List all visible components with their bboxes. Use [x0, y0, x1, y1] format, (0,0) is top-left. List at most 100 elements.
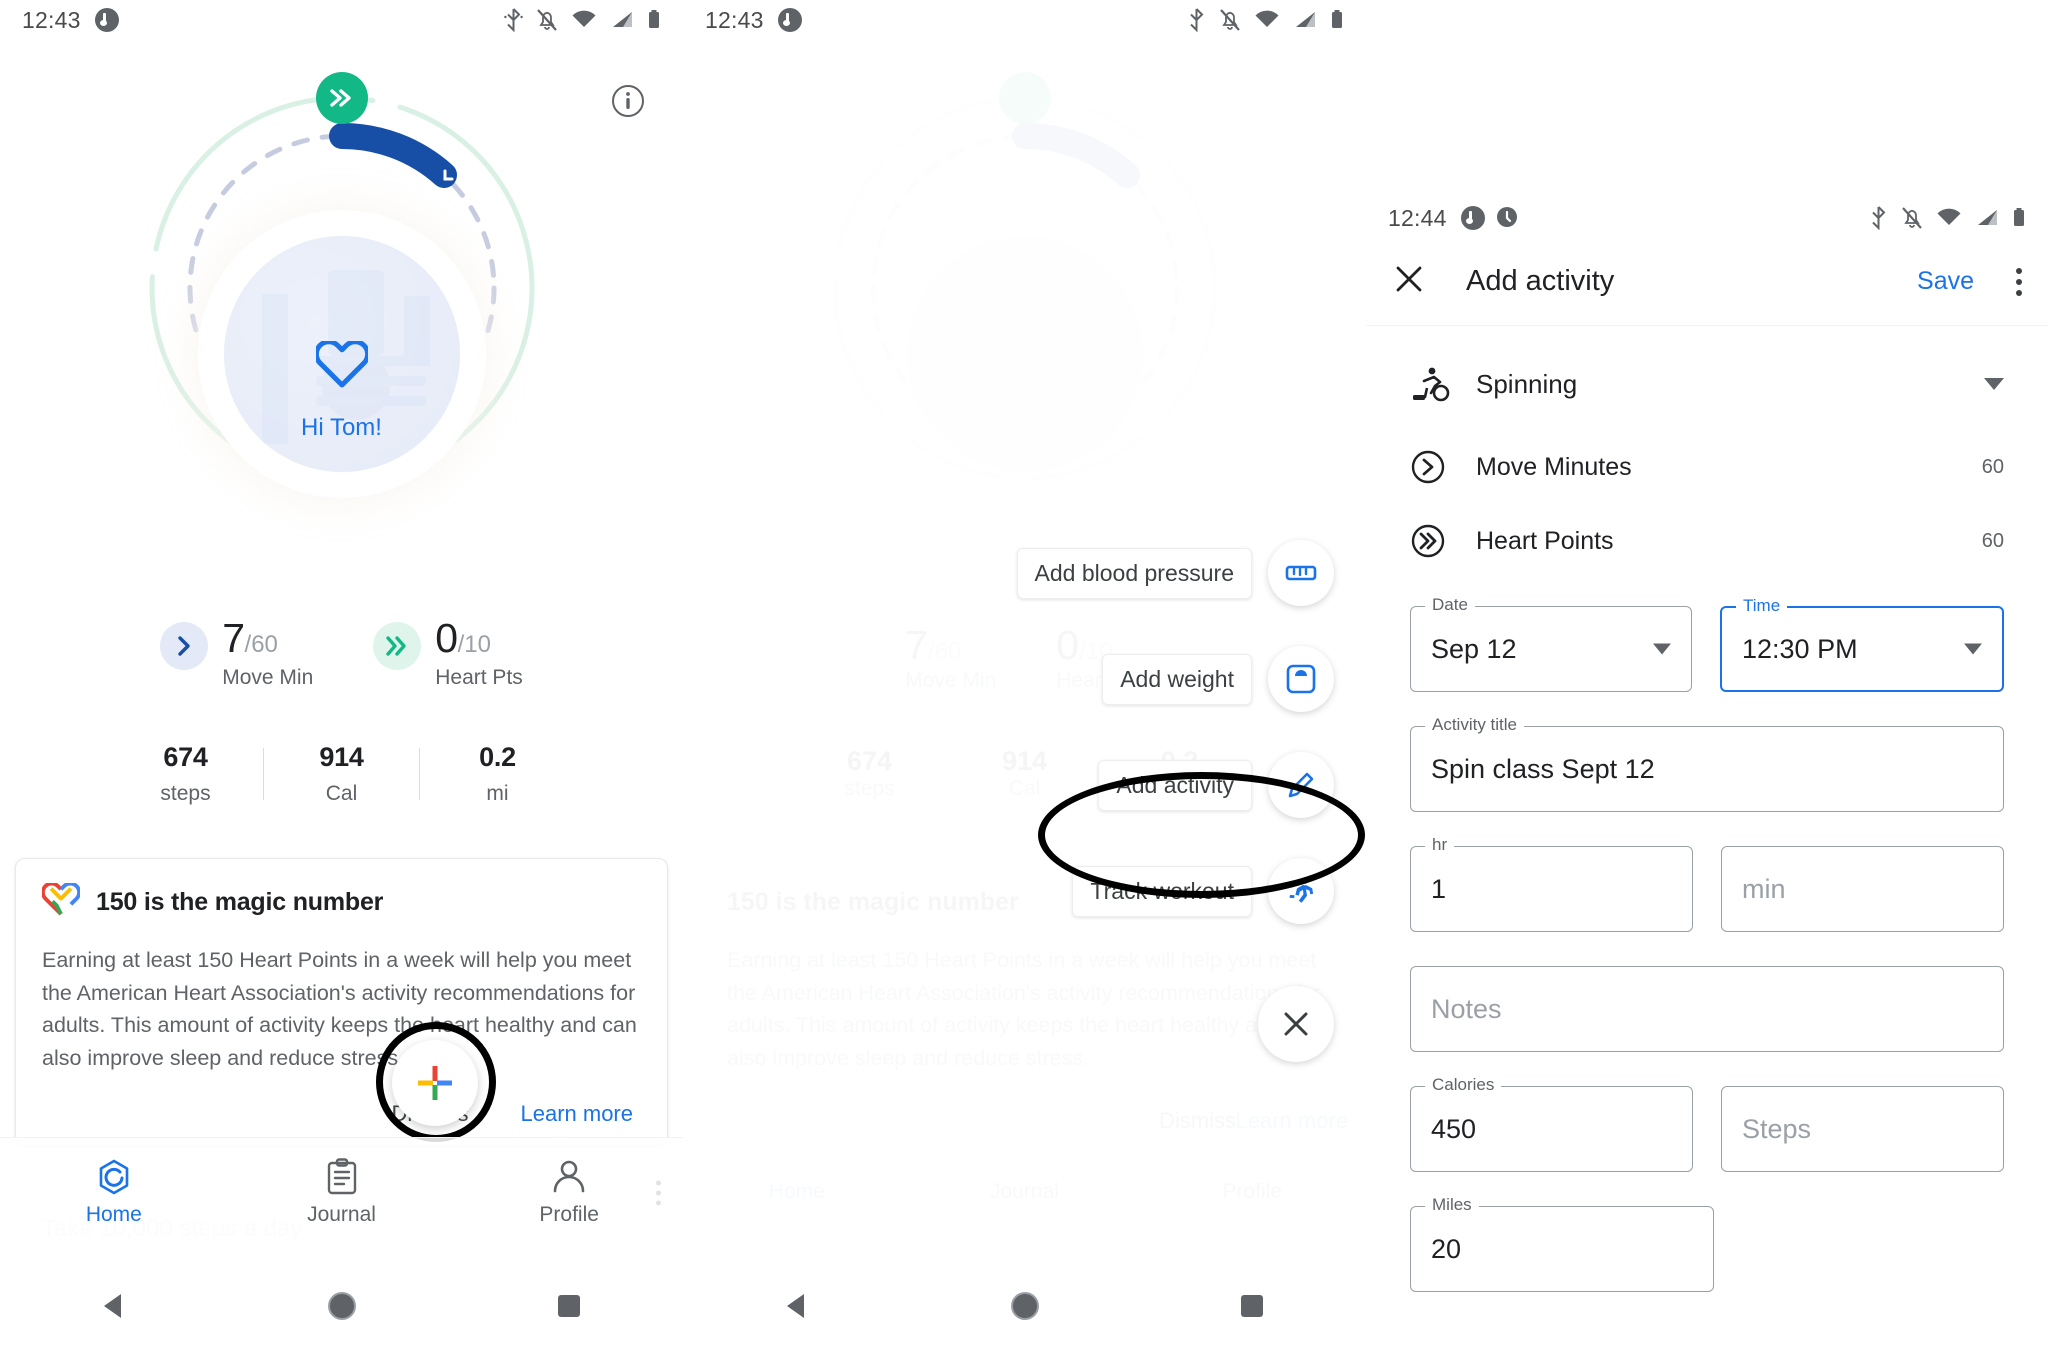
page-dots [656, 1180, 661, 1205]
journal-clipboard-icon [327, 1158, 356, 1195]
chevron-down-icon[interactable] [1964, 643, 1982, 655]
bluetooth-icon [1187, 8, 1206, 32]
miles-field[interactable]: Miles 20 [1410, 1196, 1714, 1292]
page-title: Add activity [1466, 265, 1615, 297]
blood-pressure-cuff-icon[interactable] [1268, 540, 1334, 606]
calories-field-value: 450 [1431, 1113, 1477, 1144]
back-triangle-icon[interactable] [683, 1288, 911, 1324]
steps-field[interactable]: Steps [1721, 1086, 2004, 1172]
hours-field-label: hr [1425, 836, 1455, 853]
nav-label-journal: Journal [307, 1203, 376, 1226]
sidebar-item-home[interactable]: Home [0, 1158, 228, 1227]
time-field[interactable]: Time 12:30 PM [1720, 597, 2004, 692]
metric-value: 60 [1981, 529, 2004, 552]
activity-type-row[interactable]: Spinning [1366, 338, 2048, 430]
metric-label: Heart Points [1476, 526, 1614, 555]
speed-dial-item-track-workout[interactable]: Track workout [854, 858, 1334, 924]
speed-dial-label[interactable]: Track workout [1072, 865, 1252, 917]
metric-row-heart-points: Heart Points 60 [1366, 504, 2048, 578]
weight-scale-icon[interactable] [1268, 646, 1334, 712]
sidebar-item-profile[interactable]: Profile [455, 1158, 683, 1227]
speed-dial-label[interactable]: Add blood pressure [1016, 547, 1252, 599]
stat-steps: 674 steps [108, 742, 263, 806]
chevron-down-icon[interactable] [1653, 643, 1671, 655]
wifi-icon [1936, 206, 1962, 230]
recents-square-icon[interactable] [1138, 1288, 1366, 1324]
notifications-off-icon [1901, 206, 1923, 230]
activity-name: Spinning [1476, 368, 1578, 399]
notes-field[interactable]: Notes [1410, 966, 2004, 1052]
calories-field-label: Calories [1425, 1076, 1502, 1093]
home-circle-icon[interactable] [911, 1288, 1139, 1324]
date-field-value: Sep 12 [1431, 633, 1517, 664]
heart-points-badge [315, 72, 368, 124]
speed-dial-label[interactable]: Add activity [1098, 759, 1252, 811]
form-scroll-area[interactable]: Spinning Move Minutes 60 Heart Points 60… [1366, 326, 2048, 1365]
goal-heart-value: 0 [435, 615, 458, 661]
activity-title-value: Spin class Sept 12 [1431, 753, 1655, 784]
minutes-field[interactable]: min [1721, 846, 2004, 932]
cell-signal-icon [1293, 8, 1317, 32]
hours-field-value: 1 [1431, 873, 1447, 904]
miles-field-label: Miles [1425, 1196, 1479, 1213]
speed-dial-label[interactable]: Add weight [1102, 653, 1252, 705]
spinning-bike-icon [1410, 365, 1462, 403]
speed-dial-item-add-activity[interactable]: Add activity [854, 752, 1334, 818]
add-activity-screen: 12:44 Add activity Save Spinning Move Mi… [1366, 198, 2048, 1365]
speed-dial-close-row [854, 964, 1334, 1062]
goal-heart-label: Heart Pts [435, 666, 523, 689]
activity-title-field[interactable]: Activity title Spin class Sept 12 [1410, 716, 2004, 812]
stat-calories: 914 Cal [264, 742, 419, 806]
battery-icon [2012, 206, 2026, 230]
metric-value: 60 [1981, 455, 2004, 478]
speed-dial-item-blood-pressure[interactable]: Add blood pressure [854, 540, 1334, 606]
status-bar: 12:44 [1366, 198, 2048, 238]
phone-panel-add-activity: 12:44 Add activity Save Spinning Move Mi… [1366, 0, 2048, 1365]
goal-move-minutes[interactable]: 7/60 Move Min [160, 618, 313, 688]
learn-more-button[interactable]: Learn more [520, 1101, 633, 1127]
status-time: 12:44 [1388, 204, 1447, 231]
home-circle-icon[interactable] [228, 1288, 456, 1324]
close-x-icon[interactable] [1392, 262, 1426, 301]
activity-ring-area: Hi Tom! [0, 46, 683, 586]
recents-square-icon[interactable] [455, 1288, 683, 1324]
time-field-value: 12:30 PM [1742, 633, 1858, 664]
battery-icon [647, 8, 661, 32]
metric-label: Move Minutes [1476, 452, 1632, 481]
date-field[interactable]: Date Sep 12 [1410, 596, 1692, 692]
chevron-down-icon[interactable] [1984, 378, 2004, 390]
sidebar-item-journal[interactable]: Journal [228, 1158, 456, 1227]
bottom-navigation: Home Journal Profile [0, 1137, 683, 1247]
bluetooth-icon [504, 8, 523, 32]
info-icon[interactable] [611, 84, 645, 123]
status-time: 12:43 [705, 6, 764, 33]
cell-signal-icon [610, 8, 634, 32]
pencil-edit-icon[interactable] [1268, 752, 1334, 818]
wifi-icon [571, 8, 597, 32]
notes-field-placeholder: Notes [1431, 993, 1502, 1024]
speed-dial-item-weight[interactable]: Add weight [854, 646, 1334, 712]
goals-row: 7/60 Move Min 0/10 Heart Pts [0, 618, 683, 688]
save-button[interactable]: Save [1917, 267, 1974, 296]
phone-panel-home: 12:43 Hi Tom! 7/60 Move Min 0/10 Heart P… [0, 0, 683, 1365]
goal-heart-denominator: /10 [457, 631, 491, 658]
close-x-icon[interactable] [1258, 986, 1334, 1062]
stat-calories-label: Cal [325, 782, 358, 805]
back-triangle-icon[interactable] [0, 1288, 228, 1324]
kebab-menu-icon[interactable] [2016, 267, 2022, 296]
move-minutes-icon [1410, 449, 1462, 485]
status-bar: 12:43 [683, 0, 1366, 40]
system-navigation-bar [683, 1247, 1366, 1365]
calories-field[interactable]: Calories 450 [1410, 1076, 1693, 1172]
profile-person-icon [553, 1160, 585, 1193]
running-person-icon[interactable] [1268, 858, 1334, 924]
stat-miles-label: mi [486, 782, 509, 805]
goal-heart-points[interactable]: 0/10 Heart Pts [373, 618, 523, 688]
card-body-text: Earning at least 150 Heart Points in a w… [42, 948, 637, 1071]
google-plus-icon [418, 1066, 452, 1100]
notifications-off-icon [536, 8, 558, 32]
add-fab-button[interactable] [392, 1040, 478, 1126]
time-field-label: Time [1736, 597, 1788, 614]
hours-field[interactable]: hr 1 [1410, 836, 1693, 932]
stat-miles-value: 0.2 [479, 742, 516, 772]
